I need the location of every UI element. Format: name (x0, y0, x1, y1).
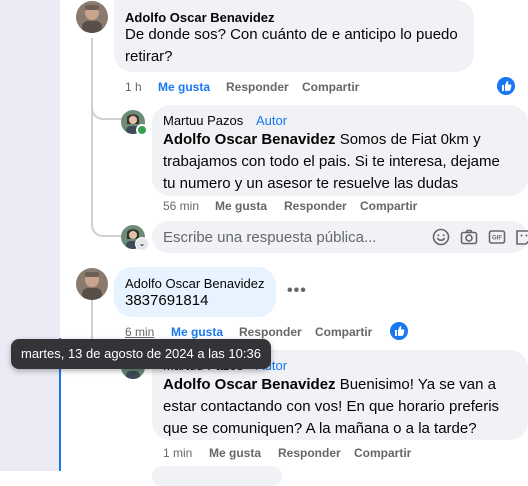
reply-button[interactable]: Responder (239, 325, 302, 339)
thumbs-up-icon (395, 326, 405, 336)
comment-text: De donde sos? Con cuánto de e anticipo l… (125, 26, 458, 65)
share-button[interactable]: Compartir (302, 80, 359, 94)
reply-time[interactable]: 56 min (163, 199, 199, 213)
thread-line (91, 200, 123, 237)
more-options-button[interactable]: ••• (287, 282, 307, 300)
thumbs-up-icon (502, 81, 512, 91)
like-button[interactable]: Me gusta (215, 199, 267, 213)
avatar[interactable] (76, 268, 108, 300)
comment-author[interactable]: Adolfo Oscar Benavidez (125, 276, 264, 291)
left-panel-strip (0, 0, 60, 471)
thread-line (91, 38, 93, 218)
reply-time[interactable]: 1 min (163, 446, 192, 460)
svg-text:GIF: GIF (492, 236, 502, 242)
reply-button[interactable]: Responder (284, 199, 347, 213)
reply-button[interactable]: Responder (226, 80, 289, 94)
reply-text: Adolfo Oscar Benavidez Somos de Fiat 0km… (163, 129, 503, 195)
reply-input[interactable] (163, 227, 423, 247)
mention-link[interactable]: Adolfo Oscar Benavidez (163, 376, 336, 393)
comment-time[interactable]: 6 min (125, 325, 154, 339)
share-button[interactable]: Compartir (360, 199, 417, 213)
like-button[interactable]: Me gusta (209, 446, 261, 460)
reply-button[interactable]: Responder (278, 446, 341, 460)
avatar[interactable] (76, 1, 108, 33)
online-status-dot (136, 124, 148, 136)
timestamp-tooltip: martes, 13 de agosto de 2024 a las 10:36 (11, 339, 271, 369)
like-reaction-badge[interactable] (497, 77, 515, 95)
sticker-icon[interactable] (514, 227, 528, 247)
comment-text: 3837691814 (125, 292, 209, 309)
thread-line (91, 88, 123, 120)
mention-link[interactable]: Adolfo Oscar Benavidez (163, 131, 336, 148)
like-reaction-badge[interactable] (390, 322, 408, 340)
camera-icon[interactable] (459, 227, 479, 247)
comment-time[interactable]: 1 h (125, 80, 142, 94)
share-button[interactable]: Compartir (315, 325, 372, 339)
like-button[interactable]: Me gusta (158, 80, 210, 94)
author-badge: Autor (256, 113, 288, 128)
reply-text: Adolfo Oscar Benavidez Buenisimo! Ya se … (163, 374, 503, 440)
like-button[interactable]: Me gusta (171, 325, 223, 339)
emoji-icon[interactable] (431, 227, 451, 247)
comment-author[interactable]: Adolfo Oscar Benavidez (125, 10, 275, 25)
gif-icon[interactable]: GIF (487, 227, 507, 247)
reply-author[interactable]: Martuu Pazos (163, 113, 243, 128)
chevron-down-icon[interactable]: ⌄ (135, 237, 149, 251)
share-button[interactable]: Compartir (354, 446, 411, 460)
comment-bubble (152, 466, 282, 486)
